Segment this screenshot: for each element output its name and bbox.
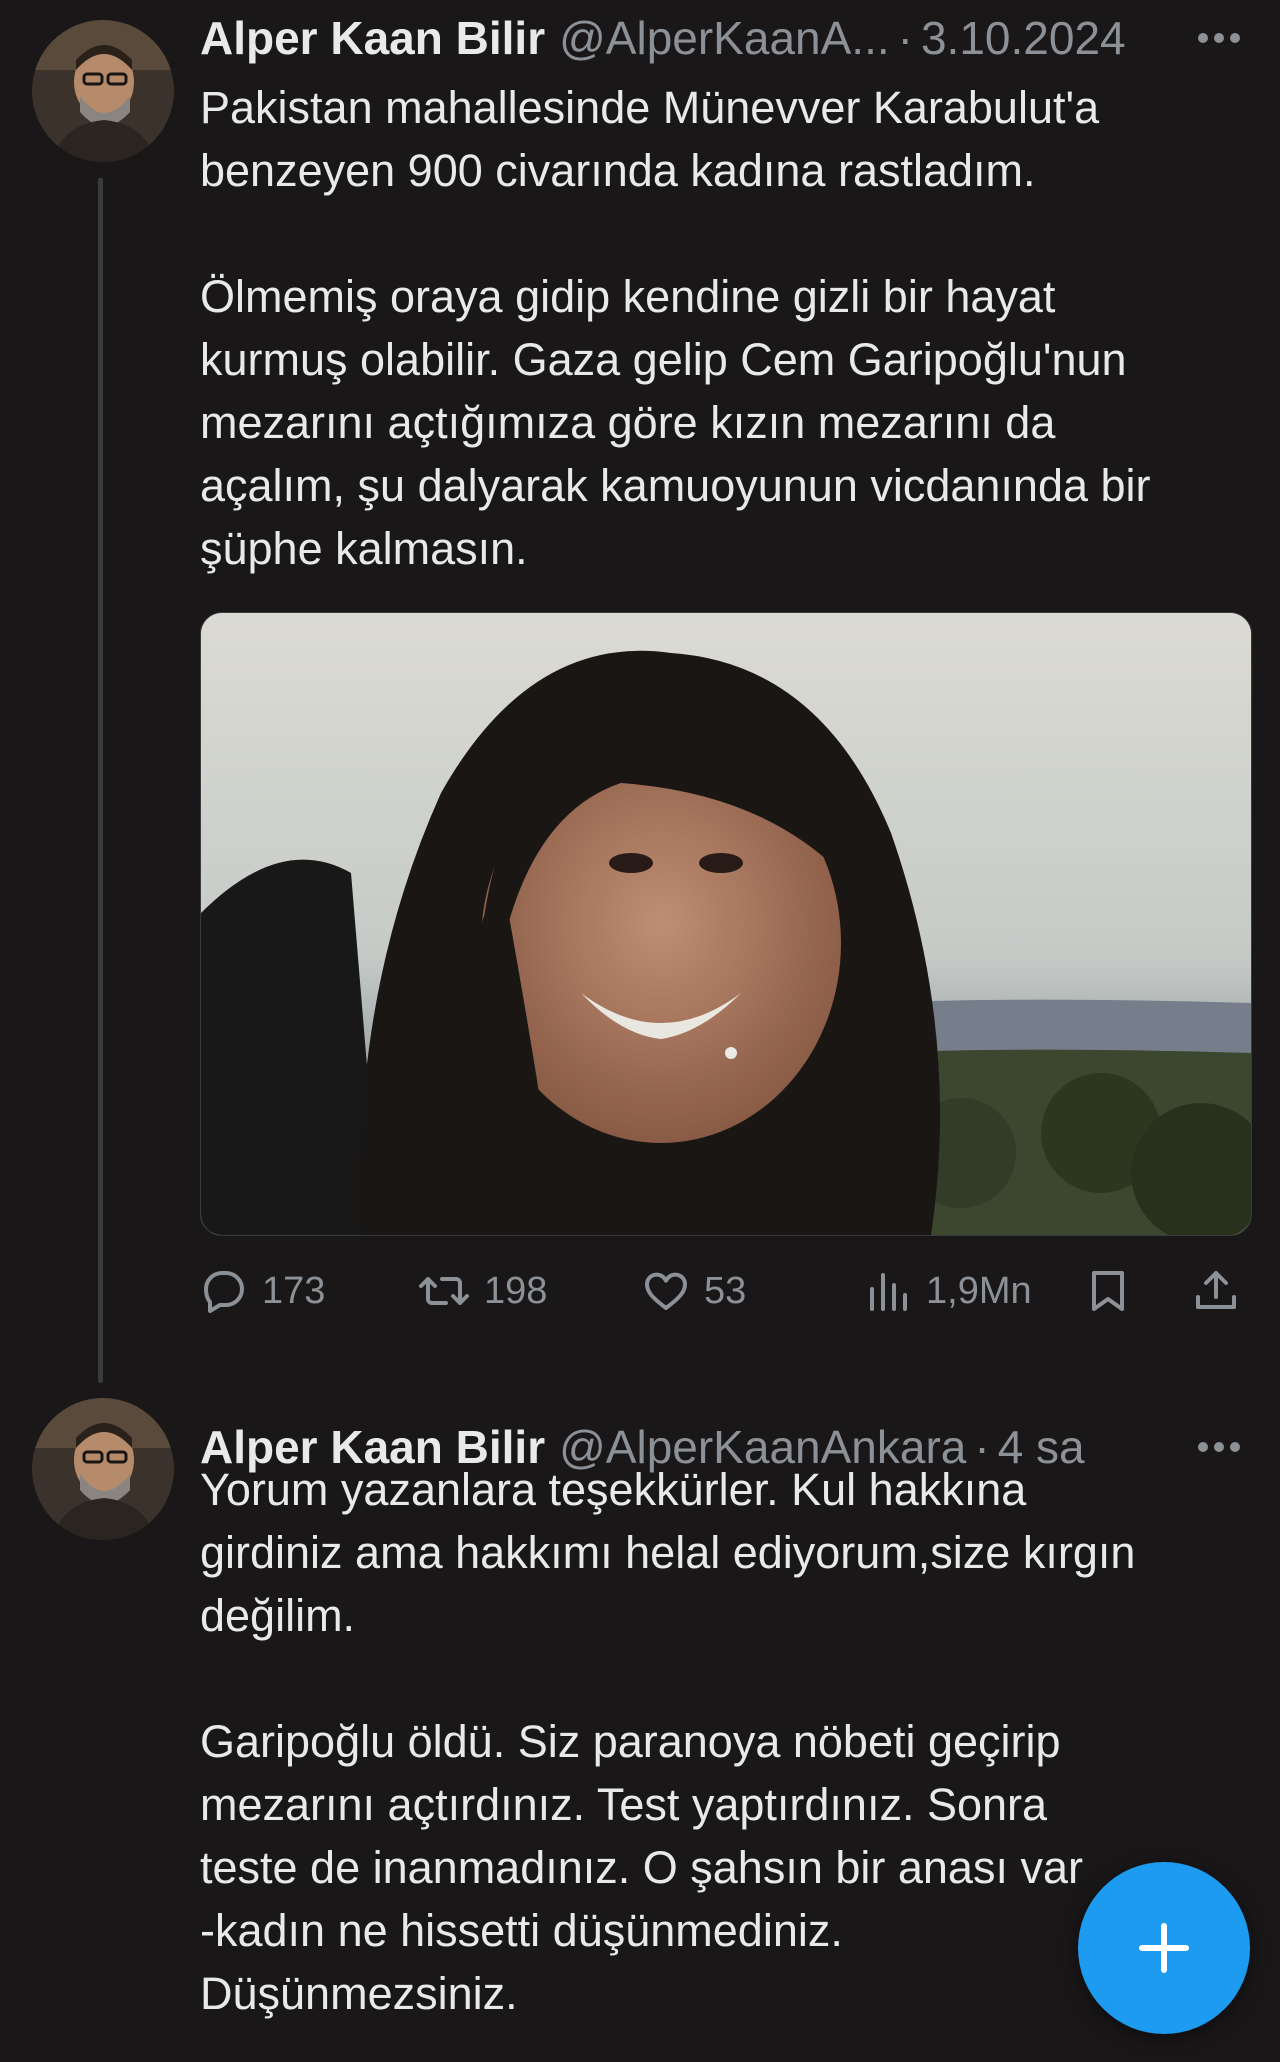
share-icon — [1196, 1271, 1236, 1309]
reply-count: 173 — [262, 1269, 326, 1312]
separator-dot: · — [897, 12, 913, 64]
bookmark-icon — [1092, 1271, 1124, 1311]
photo-image — [201, 613, 1251, 1235]
avatar-image — [32, 1398, 174, 1540]
tweet-actions: 173 198 53 1,9Mn — [200, 1260, 1260, 1322]
more-horizontal-icon[interactable] — [1190, 8, 1248, 68]
views-count: 1,9Mn — [926, 1269, 1032, 1312]
repost-count: 198 — [484, 1269, 548, 1312]
tweet-text: Pakistan mahallesinde Münevver Karabulut… — [200, 82, 1151, 574]
avatar-image — [32, 20, 174, 162]
views-icon — [870, 1273, 907, 1311]
reply-icon — [204, 1271, 244, 1313]
share-button[interactable] — [1192, 1260, 1240, 1322]
like-count: 53 — [704, 1269, 747, 1312]
thread-connector-line — [98, 178, 103, 1383]
views-button[interactable]: 1,9Mn — [864, 1260, 1032, 1322]
avatar[interactable] — [32, 20, 174, 162]
repost-icon — [419, 1277, 469, 1305]
display-name[interactable]: Alper Kaan Bilir — [200, 8, 545, 68]
user-handle[interactable]: @AlperKaanA... — [559, 8, 890, 68]
compose-button[interactable] — [1078, 1862, 1250, 2034]
repost-button[interactable]: 198 — [418, 1260, 547, 1322]
reply-button[interactable]: 173 — [200, 1260, 325, 1322]
tweet-header: Alper Kaan Bilir @AlperKaanA... · 3.10.2… — [200, 8, 1256, 68]
timestamp[interactable]: 3.10.2024 — [921, 8, 1126, 68]
avatar[interactable] — [32, 1398, 174, 1540]
bookmark-button[interactable] — [1084, 1260, 1132, 1322]
plus-icon — [1139, 1923, 1189, 1973]
tweet-1[interactable]: Alper Kaan Bilir @AlperKaanA... · 3.10.2… — [0, 0, 1280, 1383]
tweet-photo[interactable] — [200, 612, 1252, 1236]
like-button[interactable]: 53 — [642, 1260, 746, 1322]
heart-icon — [645, 1272, 687, 1310]
